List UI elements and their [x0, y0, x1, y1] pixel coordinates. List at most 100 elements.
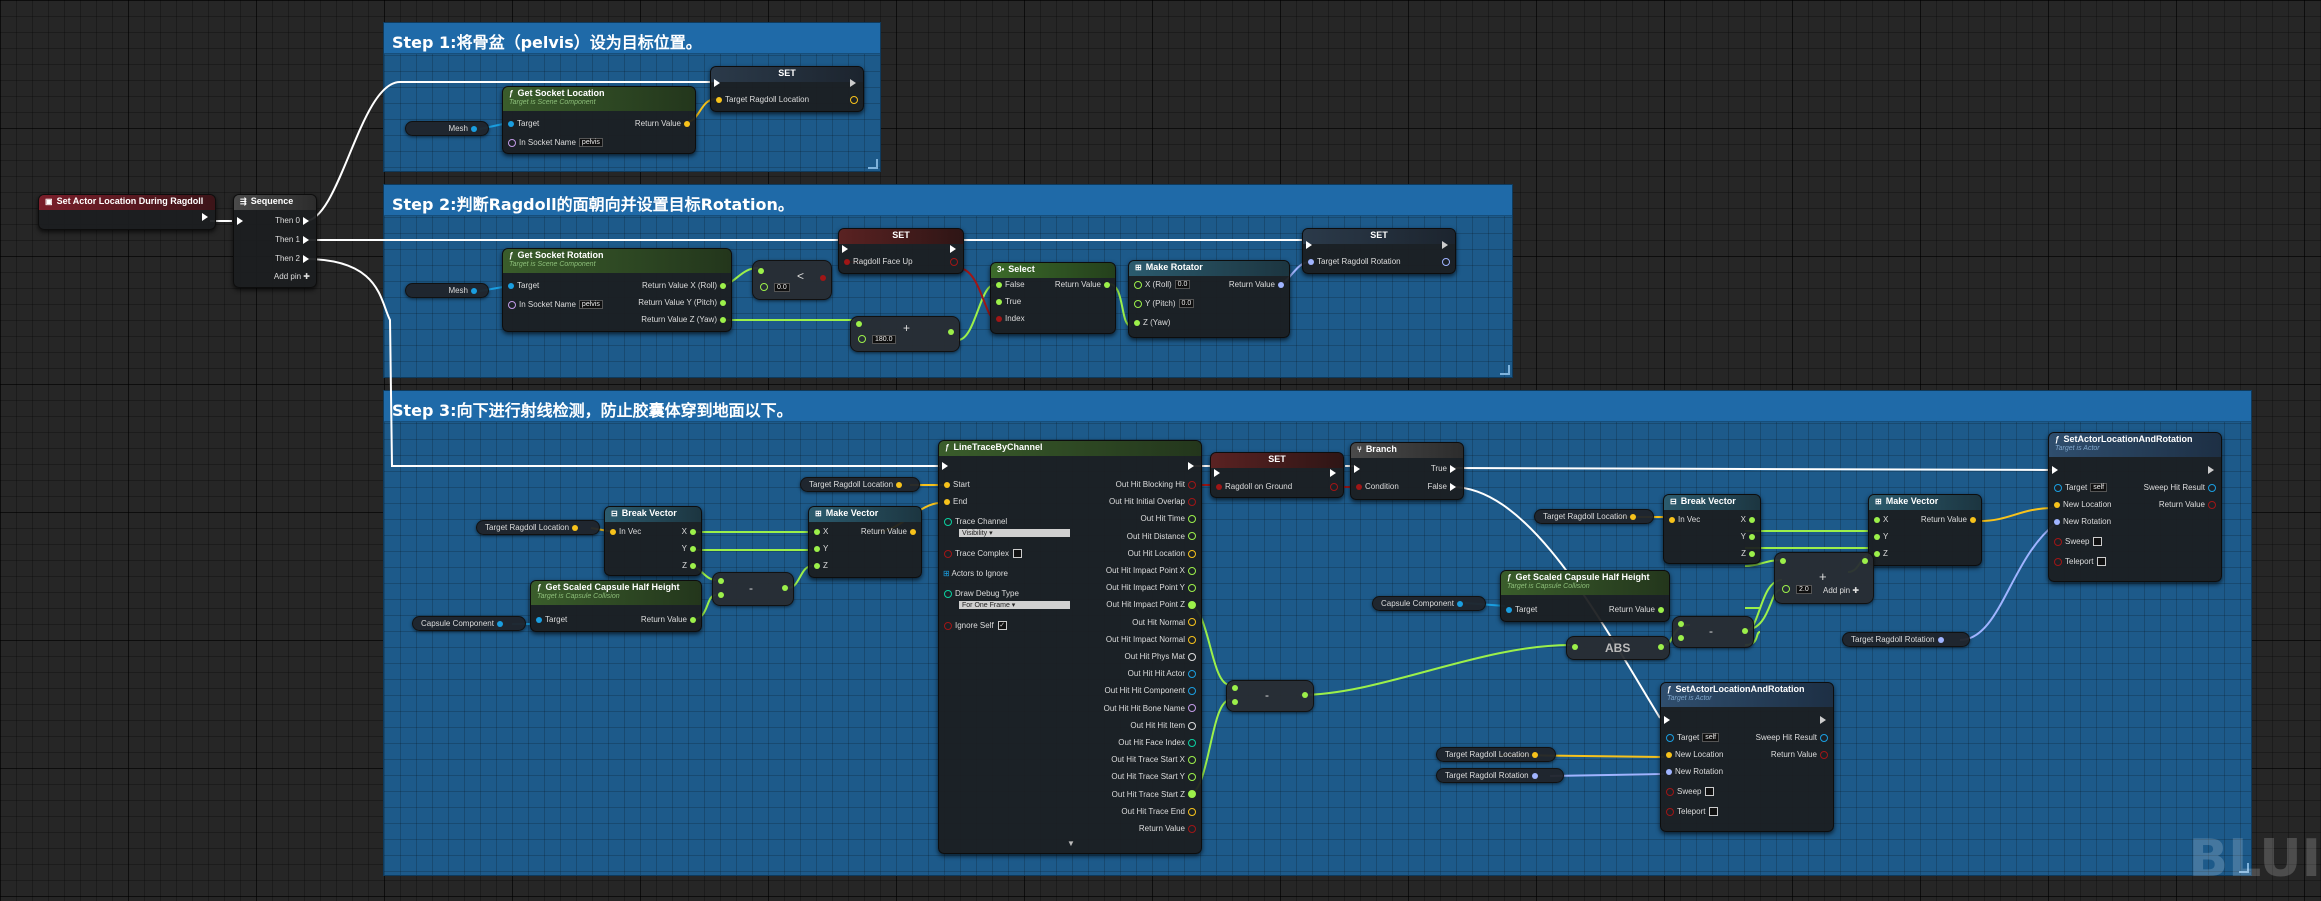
select-return-pin[interactable] [1104, 281, 1110, 288]
add-b-value[interactable]: 180.0 [872, 334, 896, 344]
target-location-getter-3[interactable]: Target Ragdoll Location [1534, 509, 1654, 524]
seq-then0-pin[interactable] [303, 216, 309, 225]
less-b-pin[interactable] [760, 283, 768, 292]
make2-return-pin[interactable] [1970, 516, 1976, 523]
make1-return-pin[interactable] [910, 528, 916, 535]
trace-out-pin[interactable] [1188, 498, 1196, 507]
add2-out-pin[interactable] [1862, 558, 1868, 564]
exec-out-pin[interactable] [2208, 465, 2214, 474]
x-in-pin[interactable] [1874, 516, 1880, 523]
trace-out-pin[interactable] [1188, 652, 1196, 661]
select-false-pin[interactable] [996, 281, 1002, 288]
exec-in-pin[interactable] [237, 216, 243, 225]
getter-out-pin[interactable] [1532, 751, 1539, 758]
target-rotation-getter-1[interactable]: Target Ragdoll Rotation [1842, 632, 1970, 647]
sweep-pin[interactable] [2054, 537, 2062, 546]
add-pin-icon[interactable]: ✚ [303, 272, 310, 281]
exec-in-pin[interactable] [1354, 464, 1360, 473]
exec-in-pin[interactable] [1664, 715, 1670, 724]
complex-pin[interactable] [944, 549, 952, 558]
trace-out-pin[interactable] [1188, 618, 1196, 627]
trace-out-pin[interactable] [1188, 824, 1196, 833]
target-location-getter-1[interactable]: Target Ragdoll Location [800, 477, 920, 492]
capsule-half-height-node-2[interactable]: ƒ Get Scaled Capsule Half Height Target is… [1500, 570, 1670, 622]
add-out-pin[interactable] [948, 329, 954, 335]
in-vec-pin[interactable] [610, 528, 616, 535]
event-node[interactable]: ▣ Set Actor Location During Ragdoll [38, 194, 216, 230]
less-than-node[interactable]: 0.0 < [752, 260, 832, 300]
teleport-checkbox[interactable] [2097, 557, 2107, 567]
less-out-pin[interactable] [820, 275, 826, 281]
target-pin[interactable] [1666, 733, 1674, 742]
sub-b-pin[interactable] [718, 592, 724, 598]
exec-in-pin[interactable] [1306, 240, 1312, 249]
set-on-ground-node[interactable]: SET Ragdoll on Ground [1210, 452, 1344, 498]
rotation-out-pin[interactable] [1442, 257, 1450, 266]
set-face-up-node[interactable]: SET Ragdoll Face Up [838, 228, 964, 274]
target-pin[interactable] [1506, 606, 1512, 613]
add-180-node[interactable]: 180.0 + [850, 316, 960, 352]
array-icon[interactable]: ⊞ [943, 569, 950, 578]
y-in-pin[interactable] [1874, 533, 1880, 540]
in-vec-pin[interactable] [1669, 516, 1675, 523]
sub2-a-pin[interactable] [1678, 621, 1684, 627]
break-vector-node-2[interactable]: ⊟ Break Vector In Vec X Y Z [1663, 494, 1761, 564]
expand-arrow-icon[interactable]: ▼ [1067, 839, 1075, 848]
trace-out-pin[interactable] [1188, 807, 1196, 816]
end-pin[interactable] [944, 498, 950, 505]
new-location-pin[interactable] [2054, 501, 2060, 508]
trace-out-pin[interactable] [1188, 773, 1196, 782]
target-location-getter-2[interactable]: Target Ragdoll Location [476, 520, 600, 535]
z-pin[interactable] [690, 562, 696, 569]
sequence-node[interactable]: ⇶ Sequence Then 0 Then 1 Then 2 Add pin ✚ [233, 194, 317, 288]
target-location-getter-4[interactable]: Target Ragdoll Location [1436, 747, 1556, 762]
getter-out-pin[interactable] [1531, 772, 1538, 779]
sub3-b-pin[interactable] [1232, 699, 1238, 705]
subtract-node-1[interactable]: - [712, 572, 794, 606]
target-location-out-pin[interactable] [850, 95, 858, 104]
getter-out-pin[interactable] [896, 481, 903, 488]
face-up-out-pin[interactable] [950, 257, 958, 266]
getter-out-pin[interactable] [1630, 513, 1637, 520]
sub2-out-pin[interactable] [1742, 628, 1748, 634]
return-pin[interactable] [690, 616, 696, 623]
subtract-node-3[interactable]: - [1226, 680, 1314, 712]
hit-pin[interactable] [1820, 733, 1828, 742]
exec-out-pin[interactable] [1442, 240, 1448, 249]
return-pin[interactable] [684, 120, 690, 127]
ignore-self-pin[interactable] [944, 621, 952, 630]
seq-then2-pin[interactable] [303, 254, 309, 263]
target-pin[interactable] [508, 120, 514, 127]
teleport-checkbox[interactable] [1709, 807, 1719, 817]
trace-out-pin[interactable] [1188, 687, 1196, 696]
trace-out-pin[interactable] [1188, 790, 1196, 799]
abs-out-pin[interactable] [1658, 644, 1664, 650]
start-pin[interactable] [944, 481, 950, 488]
exec-in-pin[interactable] [2052, 465, 2058, 474]
trace-out-pin[interactable] [1188, 515, 1196, 524]
sub3-out-pin[interactable] [1302, 692, 1308, 698]
pitch-pin[interactable] [720, 299, 726, 306]
exec-in-pin[interactable] [942, 461, 948, 470]
branch-node[interactable]: ⑂ Branch Condition True False [1350, 442, 1464, 500]
target-location-in-pin[interactable] [716, 96, 722, 103]
z-in-pin[interactable] [1874, 550, 1880, 557]
yaw-pin[interactable] [720, 316, 726, 323]
exec-in-pin[interactable] [714, 78, 720, 87]
exec-in-pin[interactable] [842, 244, 848, 253]
new-location-pin[interactable] [1666, 751, 1672, 758]
sub3-a-pin[interactable] [1232, 685, 1238, 691]
roll-pin[interactable] [720, 282, 726, 289]
trace-out-pin[interactable] [1188, 549, 1196, 558]
getter-out-pin[interactable] [496, 620, 503, 627]
sub-a-pin[interactable] [718, 578, 724, 584]
trace-out-pin[interactable] [1188, 584, 1196, 593]
return-pin[interactable] [1820, 750, 1828, 759]
set-target-location-node[interactable]: SET Target Ragdoll Location [710, 66, 864, 112]
sweep-pin[interactable] [1666, 787, 1674, 796]
less-b-value[interactable]: 0.0 [774, 282, 790, 292]
debug-pin[interactable] [944, 589, 952, 598]
yaw-in-pin[interactable] [1134, 319, 1140, 326]
target-rotation-getter-2[interactable]: Target Ragdoll Rotation [1436, 768, 1564, 783]
y-pin[interactable] [690, 545, 696, 552]
